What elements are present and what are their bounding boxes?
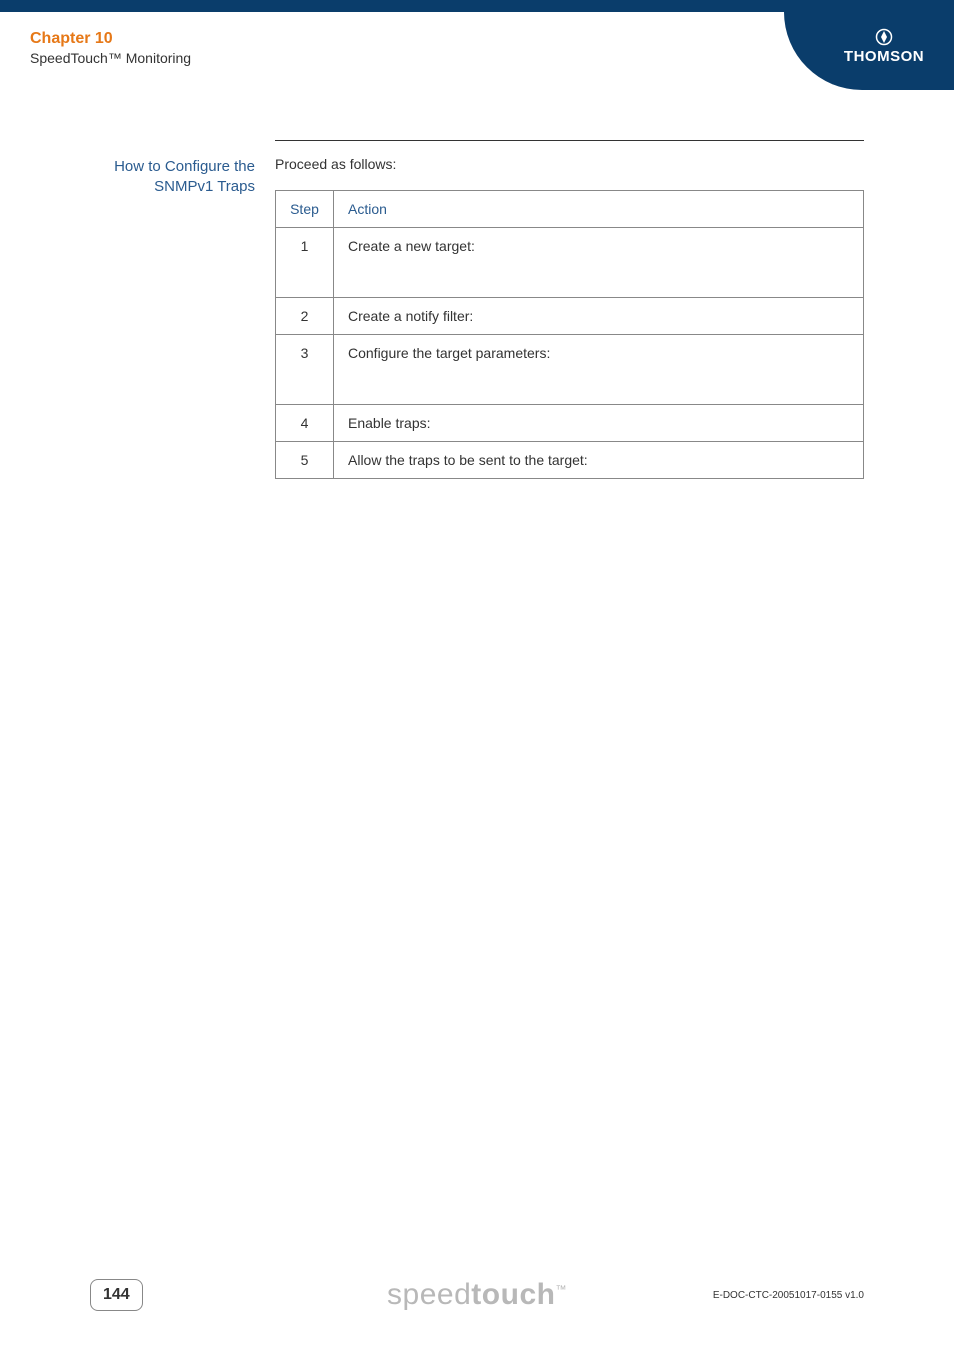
page-number: 144: [90, 1279, 143, 1311]
thomson-logo-icon: [875, 28, 893, 46]
step-number: 4: [276, 405, 334, 442]
step-number: 2: [276, 298, 334, 335]
table-row: 4 Enable traps:: [276, 405, 864, 442]
table-row: 2 Create a notify filter:: [276, 298, 864, 335]
step-action: Create a notify filter:: [334, 298, 864, 335]
side-heading-column: How to Configure the SNMPv1 Traps: [30, 140, 275, 479]
speedtouch-logo: speedtouch™: [387, 1278, 567, 1312]
step-action: Allow the traps to be sent to the target…: [334, 442, 864, 479]
step-number: 1: [276, 228, 334, 298]
step-action: Configure the target parameters:: [334, 335, 864, 405]
table-row: 1 Create a new target:: [276, 228, 864, 298]
thomson-brand-text: THOMSON: [844, 48, 924, 65]
step-action: Create a new target:: [334, 228, 864, 298]
page-footer: 144 speedtouch™ E-DOC-CTC-20051017-0155 …: [0, 1279, 954, 1311]
document-id: E-DOC-CTC-20051017-0155 v1.0: [713, 1290, 864, 1301]
logo-trademark: ™: [555, 1284, 567, 1296]
content-area: How to Configure the SNMPv1 Traps Procee…: [0, 90, 954, 479]
logo-part-bold: touch: [471, 1278, 555, 1311]
chapter-block: Chapter 10 SpeedTouch™ Monitoring: [0, 12, 191, 90]
side-heading: How to Configure the SNMPv1 Traps: [30, 157, 255, 198]
table-row: 5 Allow the traps to be sent to the targ…: [276, 442, 864, 479]
top-bar: [0, 0, 954, 12]
side-heading-line2: SNMPv1 Traps: [154, 178, 255, 195]
header-step: Step: [276, 191, 334, 228]
step-number: 5: [276, 442, 334, 479]
steps-table: Step Action 1 Create a new target: 2 Cre…: [275, 190, 864, 479]
page-header: Chapter 10 SpeedTouch™ Monitoring THOMSO…: [0, 12, 954, 90]
side-heading-line1: How to Configure the: [114, 158, 255, 175]
thomson-badge: THOMSON: [784, 12, 954, 90]
step-number: 3: [276, 335, 334, 405]
chapter-subtitle: SpeedTouch™ Monitoring: [30, 50, 191, 66]
main-column: Proceed as follows: Step Action 1 Create…: [275, 140, 864, 479]
chapter-title: Chapter 10: [30, 30, 191, 48]
table-row: 3 Configure the target parameters:: [276, 335, 864, 405]
step-action: Enable traps:: [334, 405, 864, 442]
table-header-row: Step Action: [276, 191, 864, 228]
header-action: Action: [334, 191, 864, 228]
intro-text: Proceed as follows:: [275, 156, 864, 172]
logo-part-light: speed: [387, 1278, 471, 1311]
